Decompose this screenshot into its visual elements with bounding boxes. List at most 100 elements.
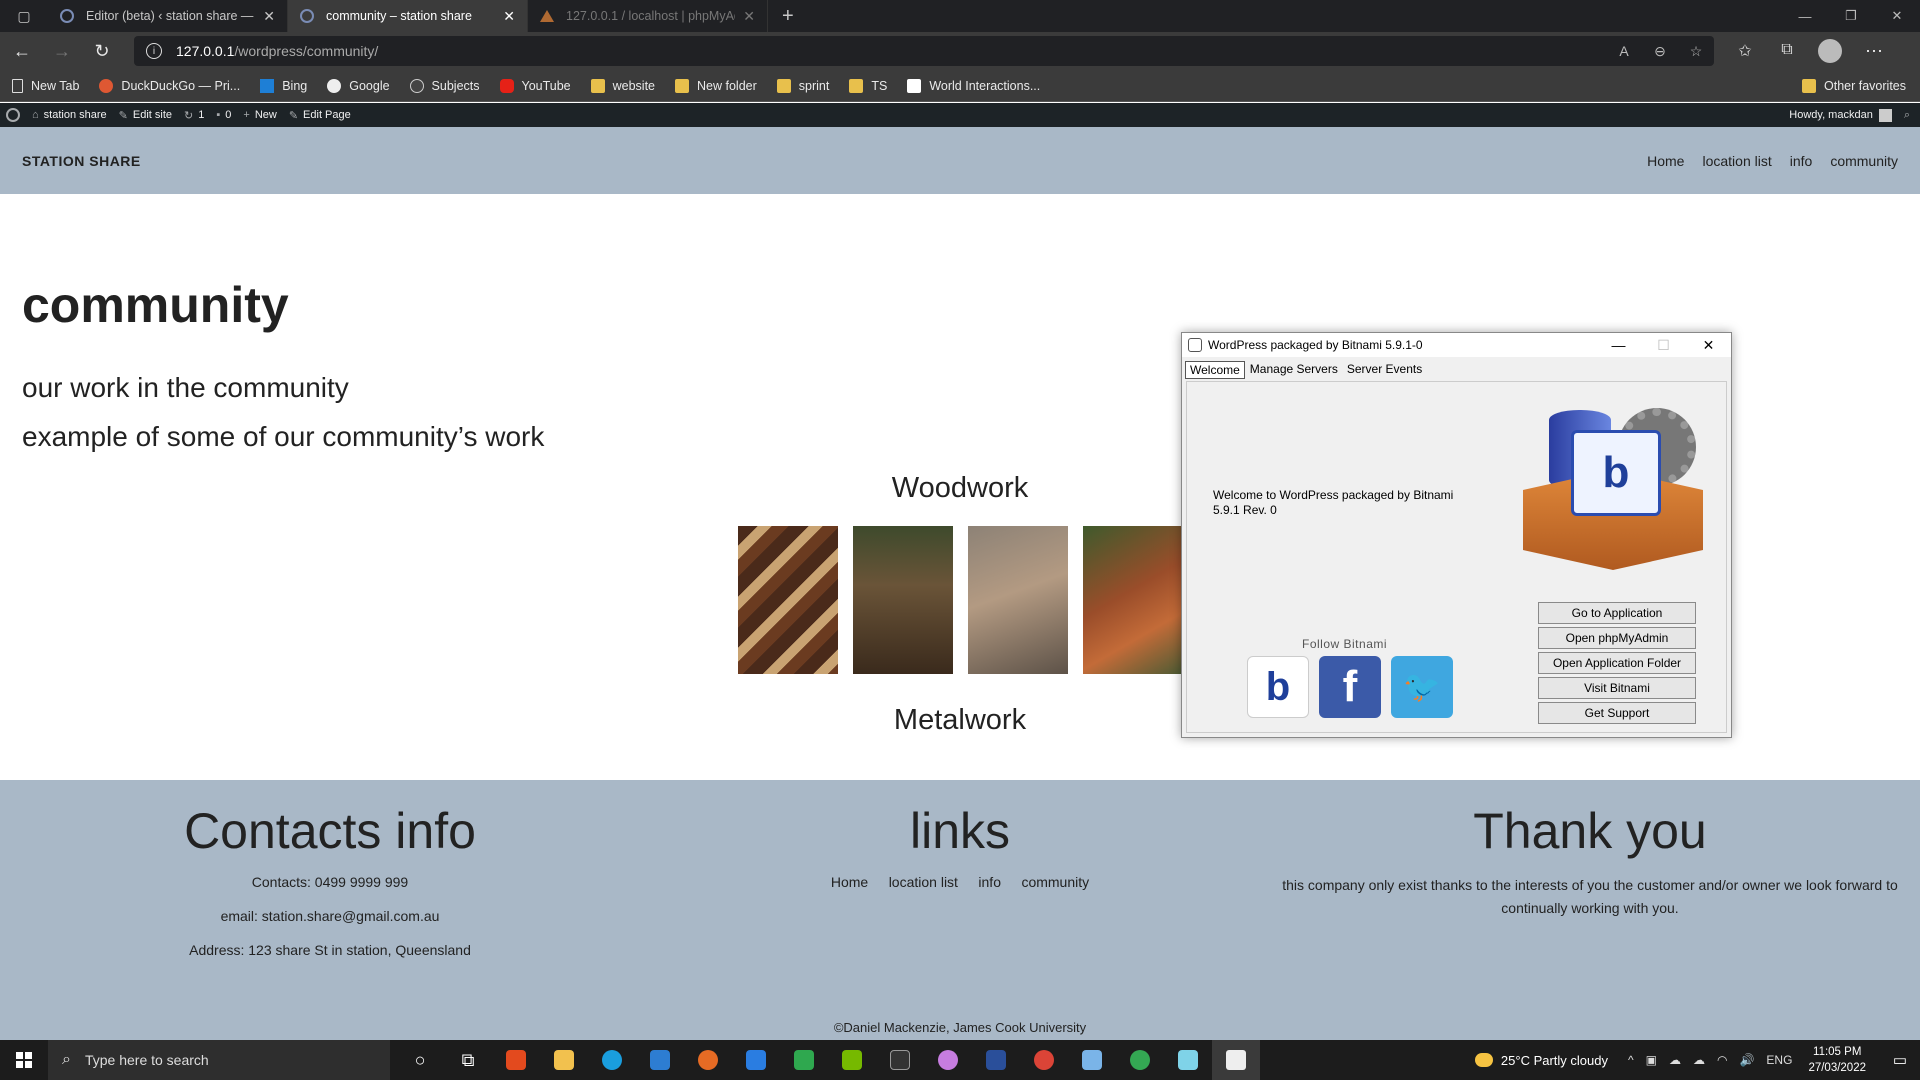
- restore-icon[interactable]: ❐: [1828, 0, 1874, 32]
- woodwork-photo-cutting-board[interactable]: [738, 526, 838, 674]
- open-application-folder-button[interactable]: Open Application Folder: [1538, 652, 1696, 674]
- bookmark-item[interactable]: World Interactions...: [907, 78, 1040, 93]
- spreadsheet-icon[interactable]: [780, 1040, 828, 1080]
- read-aloud-icon[interactable]: A: [1606, 43, 1642, 60]
- facebook-icon[interactable]: f: [1319, 656, 1381, 718]
- tab-server-events[interactable]: Server Events: [1343, 361, 1426, 379]
- nav-location-list[interactable]: location list: [1702, 153, 1771, 169]
- open-phpmyadmin-button[interactable]: Open phpMyAdmin: [1538, 627, 1696, 649]
- start-button[interactable]: [0, 1040, 48, 1080]
- collections-icon[interactable]: ⧉: [1766, 41, 1808, 61]
- nav-home[interactable]: Home: [1647, 153, 1684, 169]
- chrome-profile-icon[interactable]: [1020, 1040, 1068, 1080]
- new-tab-button[interactable]: +: [768, 5, 808, 28]
- task-view-icon[interactable]: ⧉: [444, 1040, 492, 1080]
- firefox-icon[interactable]: [684, 1040, 732, 1080]
- cloud-icon[interactable]: ☁: [1669, 1053, 1681, 1067]
- clock[interactable]: 11:05 PM 27/03/2022: [1808, 1044, 1866, 1076]
- wifi-icon[interactable]: ◠: [1717, 1053, 1727, 1067]
- admin-comments[interactable]: ▪ 0: [216, 109, 231, 121]
- close-icon[interactable]: ✕: [1686, 337, 1731, 354]
- tab-phpmyadmin[interactable]: 127.0.0.1 / localhost | phpMyAd ✕: [528, 0, 768, 32]
- footer-link-community[interactable]: community: [1021, 874, 1089, 890]
- virtualbox-icon[interactable]: [1068, 1040, 1116, 1080]
- visit-bitnami-button[interactable]: Visit Bitnami: [1538, 677, 1696, 699]
- notifications-icon[interactable]: ▭: [1880, 1051, 1920, 1069]
- bookmark-folder[interactable]: website: [590, 78, 655, 93]
- language-indicator[interactable]: ENG: [1766, 1053, 1792, 1067]
- nvidia-icon[interactable]: [828, 1040, 876, 1080]
- zoom-icon[interactable]: ⊖: [1642, 43, 1678, 60]
- taskbar-search[interactable]: ⌕ Type here to search: [48, 1040, 390, 1080]
- wordpress-logo-icon[interactable]: [6, 108, 20, 122]
- tab-manage-servers[interactable]: Manage Servers: [1246, 361, 1342, 379]
- footer-link-home[interactable]: Home: [831, 874, 868, 890]
- menu-icon[interactable]: ⋯: [1856, 35, 1892, 67]
- minimize-icon[interactable]: —: [1596, 337, 1641, 354]
- chrome-icon[interactable]: [1116, 1040, 1164, 1080]
- back-button[interactable]: ←: [4, 35, 40, 67]
- onedrive-icon[interactable]: ☁: [1693, 1053, 1705, 1067]
- other-favorites[interactable]: Other favorites: [1802, 78, 1906, 93]
- office-icon[interactable]: [492, 1040, 540, 1080]
- admin-edit-site[interactable]: ✎ Edit site: [119, 109, 172, 122]
- woodwork-photo-wine-holder[interactable]: [853, 526, 953, 674]
- search-icon[interactable]: ⌕: [1904, 109, 1910, 122]
- paint-icon[interactable]: [924, 1040, 972, 1080]
- edge-icon[interactable]: [588, 1040, 636, 1080]
- cortana-icon[interactable]: ○: [396, 1040, 444, 1080]
- powershell-icon[interactable]: [972, 1040, 1020, 1080]
- bookmark-folder[interactable]: TS: [849, 78, 887, 93]
- admin-site-link[interactable]: ⌂ station share: [32, 109, 107, 121]
- weather-widget[interactable]: 25°C Partly cloudy: [1474, 1053, 1608, 1068]
- tab-welcome[interactable]: Welcome: [1185, 361, 1245, 379]
- admin-updates[interactable]: ↻ 1: [184, 109, 204, 122]
- site-title[interactable]: STATION SHARE: [22, 153, 141, 169]
- get-support-button[interactable]: Get Support: [1538, 702, 1696, 724]
- close-tab-icon[interactable]: ✕: [743, 8, 755, 25]
- forward-button[interactable]: →: [44, 35, 80, 67]
- bitnami-taskbar-icon[interactable]: [1212, 1040, 1260, 1080]
- url-bar[interactable]: i 127.0.0.1/wordpress/community/ A ⊖ ☆: [134, 36, 1714, 66]
- twitter-icon[interactable]: 🐦: [1391, 656, 1453, 718]
- admin-edit-page[interactable]: ✎ Edit Page: [289, 109, 351, 122]
- file-explorer-icon[interactable]: [540, 1040, 588, 1080]
- bookmark-folder[interactable]: sprint: [776, 78, 829, 93]
- reload-button[interactable]: ↻: [84, 35, 120, 67]
- close-tab-icon[interactable]: ✕: [503, 8, 515, 25]
- mail-icon[interactable]: [732, 1040, 780, 1080]
- bookmark-folder[interactable]: New folder: [675, 78, 757, 93]
- minimize-icon[interactable]: —: [1782, 0, 1828, 32]
- tab-actions-icon[interactable]: ▢: [0, 0, 48, 32]
- store-icon[interactable]: [636, 1040, 684, 1080]
- profile-avatar[interactable]: [1818, 39, 1842, 63]
- favorites-icon[interactable]: ✩: [1724, 41, 1766, 61]
- go-to-application-button[interactable]: Go to Application: [1538, 602, 1696, 624]
- security-icon[interactable]: ▣: [1646, 1053, 1657, 1067]
- site-info-icon[interactable]: i: [146, 43, 162, 59]
- close-window-icon[interactable]: ✕: [1874, 0, 1920, 32]
- footer-link-info[interactable]: info: [978, 874, 1001, 890]
- bookmark-item[interactable]: Subjects: [409, 78, 480, 93]
- bookmark-item[interactable]: YouTube: [499, 78, 571, 93]
- bookmark-item[interactable]: New Tab: [12, 78, 79, 93]
- woodwork-photo-carving[interactable]: [968, 526, 1068, 674]
- notepad-icon[interactable]: [1164, 1040, 1212, 1080]
- volume-icon[interactable]: 🔊: [1739, 1053, 1754, 1067]
- nav-community[interactable]: community: [1830, 153, 1898, 169]
- close-tab-icon[interactable]: ✕: [263, 8, 275, 25]
- nav-info[interactable]: info: [1790, 153, 1813, 169]
- bitnami-social-icon[interactable]: b: [1247, 656, 1309, 718]
- admin-new[interactable]: + New: [243, 109, 276, 121]
- tab-editor[interactable]: Editor (beta) ‹ station share — W ✕: [48, 0, 288, 32]
- add-favorite-icon[interactable]: ☆: [1678, 43, 1714, 60]
- admin-account[interactable]: Howdy, mackdan ⌕: [1789, 108, 1920, 122]
- footer-link-location-list[interactable]: location list: [889, 874, 958, 890]
- bookmark-item[interactable]: Google: [327, 78, 390, 93]
- bookmark-item[interactable]: Bing: [260, 78, 307, 93]
- terminal-icon[interactable]: [876, 1040, 924, 1080]
- maximize-icon[interactable]: ☐: [1641, 337, 1686, 354]
- tab-community[interactable]: community – station share ✕: [288, 0, 528, 32]
- bookmark-item[interactable]: DuckDuckGo — Pri...: [99, 78, 240, 93]
- show-hidden-icons-icon[interactable]: ^: [1628, 1053, 1634, 1067]
